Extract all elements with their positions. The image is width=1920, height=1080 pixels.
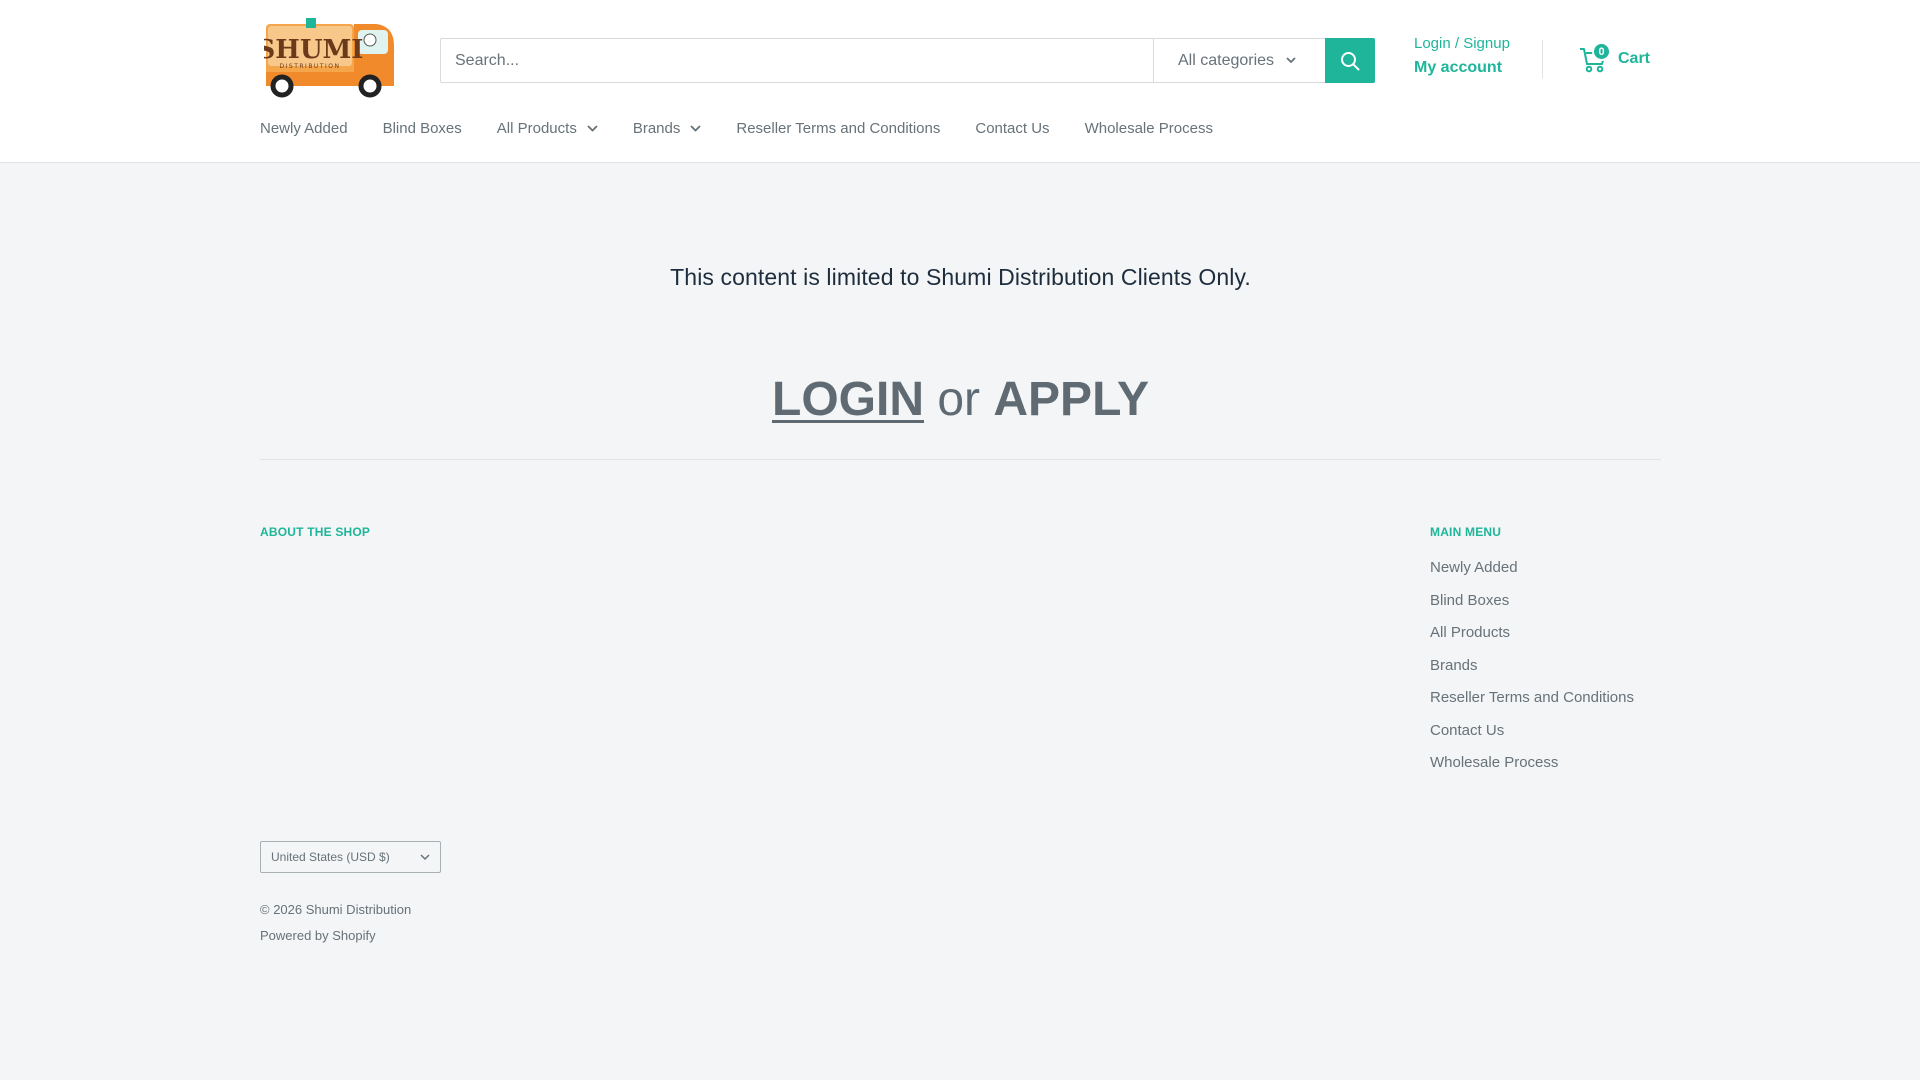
chevron-down-icon bbox=[420, 853, 430, 860]
footer-main-menu: MAIN MENU Newly Added Blind Boxes All Pr… bbox=[1430, 525, 1634, 788]
currency-select[interactable]: United States (USD $) bbox=[260, 841, 441, 873]
logo-wordmark: SHUMI bbox=[264, 35, 363, 65]
footer-menu-item[interactable]: Contact Us bbox=[1430, 723, 1634, 756]
footer-menu-item[interactable]: Reseller Terms and Conditions bbox=[1430, 690, 1634, 723]
login-link[interactable]: LOGIN bbox=[772, 373, 924, 426]
cart-icon-wrap: 0 bbox=[1578, 42, 1611, 74]
main-content: This content is limited to Shumi Distrib… bbox=[260, 164, 1661, 460]
my-account-link[interactable]: My account bbox=[1414, 60, 1510, 76]
footer-menu-item[interactable]: Blind Boxes bbox=[1430, 593, 1634, 626]
search-icon bbox=[1341, 51, 1360, 70]
main-nav: Newly Added Blind Boxes All Products Bra… bbox=[260, 120, 1248, 137]
chevron-down-icon bbox=[1286, 57, 1296, 64]
or-text: or bbox=[937, 373, 981, 426]
nav-item-blind-boxes[interactable]: Blind Boxes bbox=[383, 120, 462, 137]
restricted-message: This content is limited to Shumi Distrib… bbox=[670, 264, 1251, 290]
nav-item-label: Newly Added bbox=[260, 120, 348, 137]
footer-menu-list: Newly Added Blind Boxes All Products Bra… bbox=[1430, 560, 1634, 788]
nav-item-label: All Products bbox=[496, 120, 577, 137]
header-divider bbox=[1542, 40, 1543, 78]
search-bar: All categories bbox=[440, 38, 1375, 83]
footer-menu-item[interactable]: All Products bbox=[1430, 625, 1634, 658]
currency-select-label: United States (USD $) bbox=[271, 850, 390, 864]
account-area: Login / Signup My account bbox=[1414, 36, 1510, 76]
chevron-down-icon bbox=[587, 125, 598, 132]
cart-button[interactable]: 0 Cart bbox=[1578, 42, 1651, 74]
apply-link[interactable]: APPLY bbox=[993, 373, 1149, 426]
cart-count-badge: 0 bbox=[1592, 42, 1611, 61]
login-signup-link[interactable]: Login / Signup bbox=[1414, 36, 1510, 51]
nav-item-reseller-terms[interactable]: Reseller Terms and Conditions bbox=[736, 120, 940, 137]
truck-logo-icon: SHUMI DISTRIBUTION bbox=[257, 18, 394, 98]
search-button[interactable] bbox=[1325, 38, 1375, 83]
logo-subtext: DISTRIBUTION bbox=[280, 63, 341, 70]
nav-item-label: Contact Us bbox=[975, 120, 1050, 137]
footer-menu-item[interactable]: Wholesale Process bbox=[1430, 755, 1634, 788]
chevron-down-icon bbox=[690, 125, 701, 132]
site-header: SHUMI DISTRIBUTION All categories bbox=[0, 0, 1920, 163]
footer-menu-item[interactable]: Newly Added bbox=[1430, 560, 1634, 593]
nav-item-label: Brands bbox=[632, 120, 681, 137]
login-apply-cta: LOGIN or APPLY bbox=[260, 376, 1661, 424]
nav-item-brands[interactable]: Brands bbox=[633, 120, 702, 137]
powered-by-link[interactable]: Powered by Shopify bbox=[260, 923, 411, 949]
footer-about-heading: ABOUT THE SHOP bbox=[260, 525, 371, 539]
nav-item-newly-added[interactable]: Newly Added bbox=[260, 120, 348, 137]
nav-item-all-products[interactable]: All Products bbox=[497, 120, 598, 137]
header-inner: SHUMI DISTRIBUTION All categories bbox=[257, 0, 1661, 163]
nav-item-label: Wholesale Process bbox=[1084, 120, 1213, 137]
footer-menu-heading: MAIN MENU bbox=[1430, 525, 1502, 539]
nav-item-wholesale-process[interactable]: Wholesale Process bbox=[1085, 120, 1213, 137]
cart-label: Cart bbox=[1618, 50, 1651, 67]
category-select[interactable]: All categories bbox=[1153, 39, 1325, 82]
nav-item-contact-us[interactable]: Contact Us bbox=[975, 120, 1049, 137]
footer-about-section: ABOUT THE SHOP bbox=[260, 525, 370, 539]
copyright-text: © 2026 Shumi Distribution bbox=[260, 902, 412, 917]
category-select-label: All categories bbox=[1178, 51, 1275, 69]
nav-item-label: Reseller Terms and Conditions bbox=[736, 120, 941, 137]
search-input[interactable] bbox=[441, 39, 1153, 82]
content-divider bbox=[260, 459, 1661, 460]
nav-item-label: Blind Boxes bbox=[382, 120, 462, 137]
shumi-logo[interactable]: SHUMI DISTRIBUTION bbox=[257, 16, 400, 102]
footer-copyright: © 2026 Shumi Distribution Powered by Sho… bbox=[260, 897, 411, 949]
footer-menu-item[interactable]: Brands bbox=[1430, 658, 1634, 691]
